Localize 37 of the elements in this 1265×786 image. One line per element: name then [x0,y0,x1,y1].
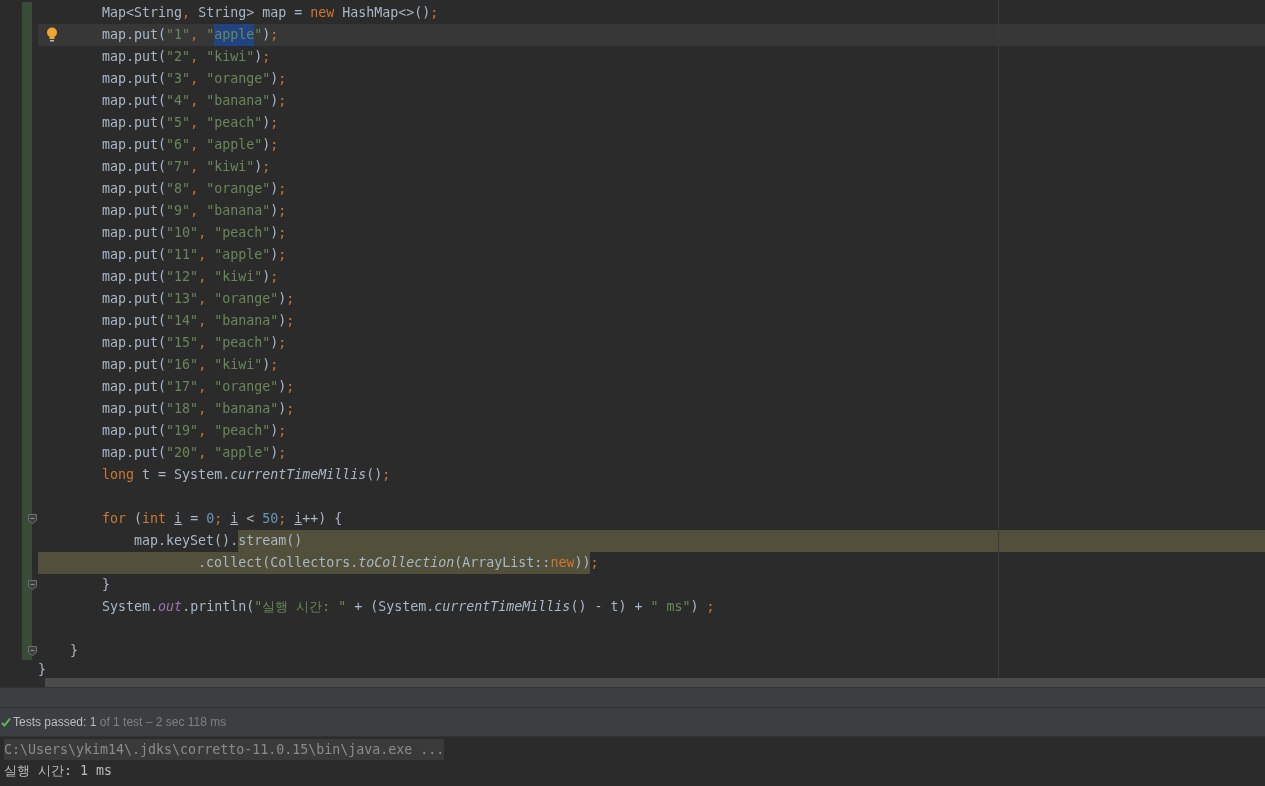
code-line: map.put("9", "banana"); [101,202,287,220]
code-line: map.put("2", "kiwi"); [101,48,271,66]
horizontal-scrollbar[interactable] [45,678,1265,687]
code-line: for (int i = 0; i < 50; i++) { [101,510,343,528]
code-line: map.put("7", "kiwi"); [101,158,271,176]
code-line: .collect(Collectors.toCollection(ArrayList::new)); [38,552,599,574]
code-line: map.put("15", "peach"); [101,334,287,352]
code-line: map.put("1", "apple"); [38,24,279,46]
code-line: map.put("10", "peach"); [101,224,287,242]
code-line: map.put("5", "peach"); [101,114,279,132]
code-line: map.put("16", "kiwi"); [101,356,279,374]
code-line: map.put("6", "apple"); [101,136,279,154]
lightbulb-icon[interactable] [46,27,58,43]
code-line: map.put("3", "orange"); [101,70,287,88]
code-line: } [69,642,79,660]
fold-icon[interactable] [28,646,37,656]
code-line: map.put("4", "banana"); [101,92,287,110]
code-line: map.put("18", "banana"); [101,400,295,418]
fold-icon[interactable] [28,580,37,590]
fold-icon[interactable] [28,514,37,524]
code-line: System.out.println("실행 시간: " + (System.currentTimeMillis() - t) + " ms") ; [101,598,715,616]
code-line: Map<String, String> map = new HashMap<>(); [101,4,439,22]
console-command[interactable]: C:\Users\ykim14\.jdks\corretto-11.0.15\bin\java.exe ... [4,739,445,760]
code-line: map.keySet().stream() [38,530,303,552]
code-line: map.put("14", "banana"); [101,312,295,330]
code-line: map.put("20", "apple"); [101,444,287,462]
code-line: long t = System.currentTimeMillis(); [101,466,391,484]
code-line: map.put("19", "peach"); [101,422,287,440]
test-status: Tests passed: 1 of 1 test – 2 sec 118 ms [13,715,227,729]
code-line: map.put("11", "apple"); [101,246,287,264]
console-output: 실행 시간: 1 ms [4,762,113,780]
code-line: map.put("17", "orange"); [101,378,295,396]
code-line: map.put("12", "kiwi"); [101,268,279,286]
code-line: map.put("8", "orange"); [101,180,287,198]
code-line: map.put("13", "orange"); [101,290,295,308]
code-line: } [38,662,46,678]
code-line: } [101,576,111,594]
